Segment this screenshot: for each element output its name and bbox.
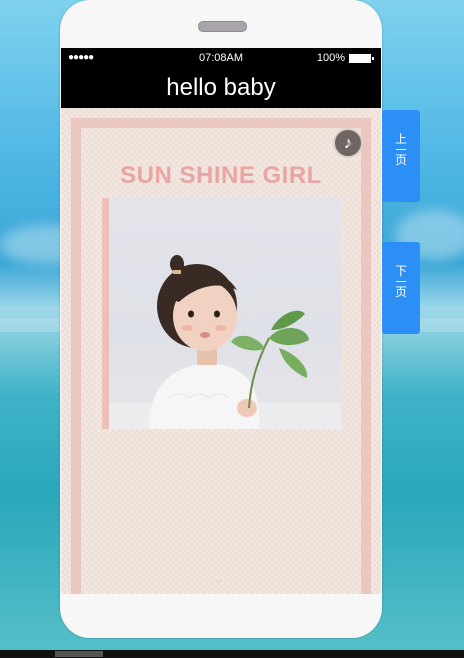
slide-content: ♪ SUN SHINE GIRL ⌄: [61, 108, 381, 594]
status-bar: ●●●●● 07:08AM 100%: [61, 48, 381, 68]
prev-page-char-2: 页: [394, 153, 407, 167]
next-page-button[interactable]: 下 页: [382, 242, 420, 334]
slide-headline: SUN SHINE GIRL: [120, 162, 322, 189]
girl-photo: [109, 198, 341, 429]
swipe-hint-icon: ⌄: [213, 570, 225, 586]
bottom-scrollbar[interactable]: [0, 650, 464, 658]
next-page-char-1: 下: [394, 264, 407, 278]
phone-frame: ●●●●● 07:08AM 100% hello baby ♪ SUN SHIN…: [60, 0, 382, 638]
scrollbar-thumb[interactable]: [55, 651, 103, 657]
prev-page-divider: [396, 149, 406, 150]
prev-page-char-1: 上: [394, 132, 407, 146]
next-page-char-2: 页: [394, 285, 407, 299]
girl-illustration: [109, 255, 341, 429]
page-title: hello baby: [61, 68, 381, 108]
photo-frame: [102, 198, 341, 429]
next-page-divider: [396, 281, 406, 282]
battery-percent: 100%: [316, 52, 345, 64]
phone-speaker: [198, 21, 247, 32]
battery-icon: [349, 54, 374, 63]
phone-screen: ●●●●● 07:08AM 100% hello baby ♪ SUN SHIN…: [61, 48, 381, 594]
prev-page-button[interactable]: 上 页: [382, 110, 420, 202]
music-note-icon[interactable]: ♪: [333, 128, 363, 158]
